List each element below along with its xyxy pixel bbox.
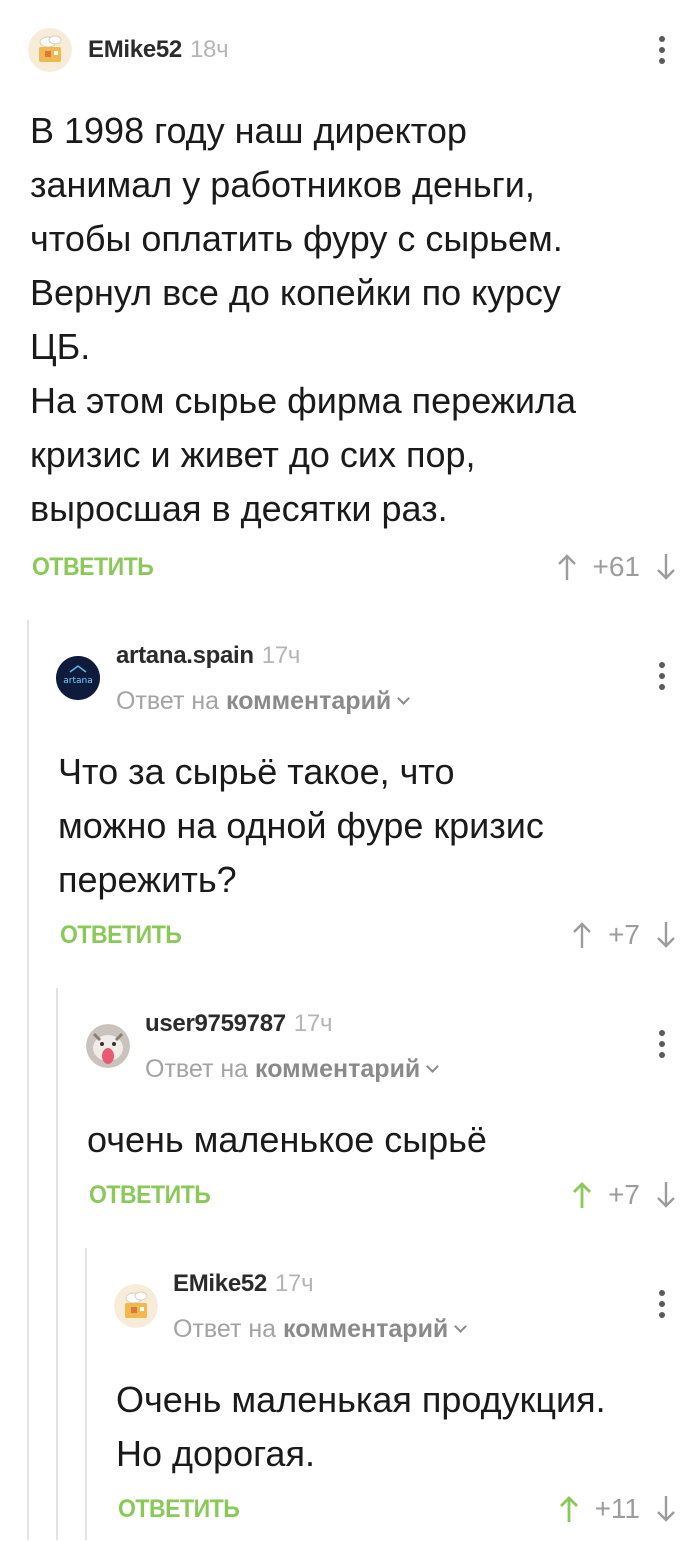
reply-button[interactable]: ОТВЕТИТЬ xyxy=(32,553,154,582)
chevron-down-icon[interactable] xyxy=(426,1060,440,1073)
arrow-up-icon[interactable] xyxy=(570,1180,594,1210)
reply-to-link[interactable]: Ответ на комментарий xyxy=(116,687,411,716)
avatar-text: artana xyxy=(63,676,92,686)
more-vertical-icon[interactable] xyxy=(652,662,672,692)
vote-controls: +11 xyxy=(557,1489,678,1529)
comment-author[interactable]: EMike52 17ч xyxy=(173,1270,314,1298)
comment-author[interactable]: artana.spain 17ч xyxy=(116,642,300,670)
author-name[interactable]: EMike52 xyxy=(173,1270,267,1297)
reply-target[interactable]: комментарий xyxy=(226,687,391,715)
chevron-down-icon[interactable] xyxy=(397,692,411,705)
author-name[interactable]: user9759787 xyxy=(145,1010,286,1037)
comment-line: чтобы оплатить фуру с сырьем. xyxy=(30,218,563,259)
reply-button[interactable]: ОТВЕТИТЬ xyxy=(118,1495,240,1524)
arrow-up-icon[interactable] xyxy=(557,1494,581,1524)
thread-line xyxy=(56,988,58,1540)
reply-button[interactable]: ОТВЕТИТЬ xyxy=(89,1181,211,1210)
comment-body: очень маленькое сырьё xyxy=(87,1113,487,1167)
thread-line xyxy=(85,1248,87,1540)
comment-line: можно на одной фуре кризис xyxy=(58,805,544,846)
vote-score: +61 xyxy=(592,551,641,582)
reply-button[interactable]: ОТВЕТИТЬ xyxy=(60,921,182,950)
comment-line: выросшая в десятки раз. xyxy=(30,488,448,529)
avatar-emike52[interactable] xyxy=(28,28,72,72)
comment-line: Очень маленькая продукция. xyxy=(116,1379,606,1420)
arrow-down-icon[interactable] xyxy=(654,1180,678,1210)
comment-line: Но дорогая. xyxy=(116,1433,315,1474)
reply-prefix: Ответ на xyxy=(173,1315,277,1343)
reply-target[interactable]: комментарий xyxy=(283,1315,448,1343)
avatar-artana-spain[interactable]: artana xyxy=(56,656,100,700)
comment-line: занимал у работников деньги, xyxy=(30,164,535,205)
reply-to-link[interactable]: Ответ на комментарий xyxy=(173,1315,468,1344)
reply-prefix: Ответ на xyxy=(116,687,220,715)
arrow-down-icon[interactable] xyxy=(654,552,678,582)
reply-prefix: Ответ на xyxy=(145,1055,249,1083)
comment-line: пережить? xyxy=(58,859,237,900)
arrow-down-icon[interactable] xyxy=(654,920,678,950)
arrow-up-icon[interactable] xyxy=(570,920,594,950)
comment-body: Очень маленькая продукция. Но дорогая. xyxy=(116,1373,606,1481)
comment-line: ЦБ. xyxy=(30,326,91,367)
more-vertical-icon[interactable] xyxy=(652,1290,672,1320)
comment-line: В 1998 году наш директор xyxy=(30,110,467,151)
comment-line: кризис и живет до сих пор, xyxy=(30,434,476,475)
more-vertical-icon[interactable] xyxy=(652,1030,672,1060)
comment-line: Вернул все до копейки по курсу xyxy=(30,272,561,313)
vote-score: +7 xyxy=(608,1179,640,1210)
author-name[interactable]: artana.spain xyxy=(116,642,254,669)
vote-controls: +7 xyxy=(570,915,678,955)
comment-line: очень маленькое сырьё xyxy=(87,1119,487,1160)
comment-root: EMike52 18ч В 1998 году наш директор зани… xyxy=(0,0,700,600)
thread-line xyxy=(27,620,29,1540)
more-vertical-icon[interactable] xyxy=(652,36,672,66)
vote-controls: +61 xyxy=(555,547,679,587)
comment-line: Что за сырьё такое, что xyxy=(58,751,455,792)
comment-time: 17ч xyxy=(293,1010,333,1037)
comment-time: 17ч xyxy=(274,1270,314,1297)
comment-author[interactable]: user9759787 17ч xyxy=(145,1010,332,1038)
arrow-down-icon[interactable] xyxy=(654,1494,678,1524)
comment-line: На этом сырье фирма пережила xyxy=(30,380,577,421)
avatar-emike52[interactable] xyxy=(114,1284,158,1328)
comment-body: Что за сырьё такое, что можно на одной ф… xyxy=(58,745,544,907)
comment-body: В 1998 году наш директор занимал у работ… xyxy=(30,104,576,536)
arrow-up-icon[interactable] xyxy=(555,552,579,582)
author-name[interactable]: EMike52 xyxy=(88,36,182,63)
vote-controls: +7 xyxy=(570,1175,678,1215)
reply-to-link[interactable]: Ответ на комментарий xyxy=(145,1055,440,1084)
comment-author[interactable]: EMike52 18ч xyxy=(88,36,229,64)
chevron-down-icon[interactable] xyxy=(454,1320,468,1333)
vote-score: +11 xyxy=(594,1493,640,1524)
comment-time: 18ч xyxy=(189,36,229,63)
reply-target[interactable]: комментарий xyxy=(255,1055,420,1083)
comment-time: 17ч xyxy=(261,642,301,669)
avatar-user9759787[interactable] xyxy=(86,1024,130,1068)
vote-score: +7 xyxy=(608,919,640,950)
